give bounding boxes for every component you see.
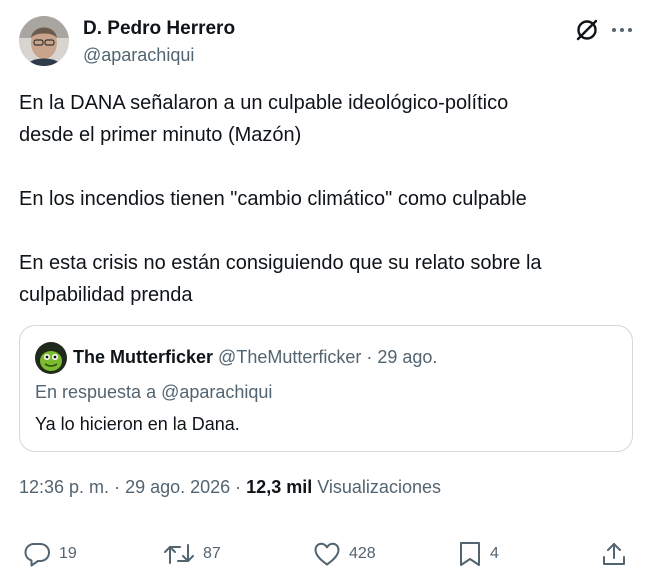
- reply-icon: [23, 541, 51, 567]
- tweet-text: En la DANA señalaron a un culpable ideol…: [19, 87, 631, 311]
- author-handle[interactable]: @aparachiqui: [83, 44, 194, 66]
- quoted-author-handle[interactable]: @TheMutterficker: [218, 347, 361, 367]
- like-count: 428: [349, 545, 376, 562]
- repost-button[interactable]: 87: [163, 540, 221, 568]
- like-button[interactable]: 428: [313, 540, 376, 568]
- tweet-meta: 12:36 p. m. · 29 ago. 2026 · 12,3 mil Vi…: [19, 476, 441, 498]
- more-icon[interactable]: [610, 19, 634, 41]
- quoted-author-name[interactable]: The Mutterficker: [73, 347, 213, 367]
- meta-separator: ·: [109, 477, 126, 497]
- bookmark-count: 4: [490, 545, 499, 562]
- quoted-header: The Mutterficker @TheMutterficker · 29 a…: [73, 346, 437, 368]
- tweet-paragraph: En los incendios tienen "cambio climátic…: [19, 188, 527, 210]
- quoted-date[interactable]: 29 ago.: [377, 347, 437, 367]
- repost-count: 87: [203, 545, 221, 562]
- quoted-text: Ya lo hicieron en la Dana.: [35, 414, 240, 434]
- quoted-tweet[interactable]: The Mutterficker @TheMutterficker · 29 a…: [19, 325, 633, 452]
- tweet-time[interactable]: 12:36 p. m.: [19, 477, 109, 497]
- views-label: Visualizaciones: [317, 477, 441, 497]
- author-name[interactable]: D. Pedro Herrero: [83, 18, 235, 40]
- bookmark-icon: [458, 541, 482, 567]
- quoted-separator: ·: [361, 347, 378, 367]
- like-icon: [313, 541, 341, 567]
- author-avatar[interactable]: [19, 16, 69, 66]
- reply-button[interactable]: 19: [23, 540, 77, 568]
- views-count: 12,3 mil: [246, 477, 313, 497]
- meta-separator: ·: [230, 477, 247, 497]
- tweet-paragraph: En esta crisis no están consiguiendo que…: [19, 252, 542, 306]
- share-icon: [601, 541, 627, 567]
- quoted-reply-to: En respuesta a @aparachiqui: [35, 382, 273, 402]
- tweet: D. Pedro Herrero @aparachiqui En la DANA…: [0, 0, 650, 577]
- reply-count: 19: [59, 545, 77, 562]
- repost-icon: [163, 541, 195, 567]
- tweet-paragraph: En la DANA señalaron a un culpable ideol…: [19, 92, 509, 146]
- tweet-date[interactable]: 29 ago. 2026: [125, 477, 230, 497]
- share-button[interactable]: [601, 540, 627, 568]
- bookmark-button[interactable]: 4: [458, 540, 499, 568]
- quoted-avatar[interactable]: [35, 342, 67, 374]
- grok-icon[interactable]: [574, 17, 600, 43]
